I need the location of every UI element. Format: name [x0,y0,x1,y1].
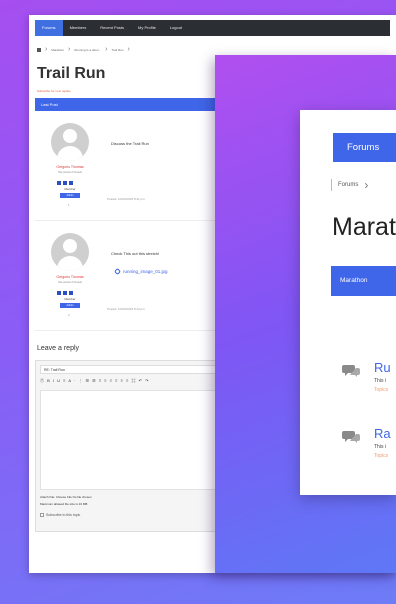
chevron-right-icon: › [45,46,48,53]
chevron-right-icon: › [68,46,71,53]
post-content: Discuss the Trail Run [111,141,149,146]
chevron-right-icon: › [127,46,130,53]
rss-icon [69,181,73,185]
home-icon[interactable] [37,47,41,52]
role-badge: Admin [60,193,80,198]
post-number: 1 [68,203,70,207]
nav-logout[interactable]: Logout [163,20,189,36]
max-file-size-note: Maximum allowed file size is 10 MB [40,502,88,506]
post-date: Posted: 10/03/2018 8:41 pm [107,197,145,201]
nav-members[interactable]: Members [63,20,94,36]
checkbox-icon[interactable] [40,513,44,517]
chevron-right-icon: › [364,178,369,192]
subscribe-checkbox-label: Subscribe to this topic [46,513,81,517]
post-author-meta: Has posted 2 threads [58,281,82,284]
breadcrumb-marathon[interactable]: Marathon [51,48,64,52]
forum-table-header: Marathon [331,266,396,296]
post-author-meta: Has posted 2 threads [58,171,82,174]
breadcrumb-forums[interactable]: Forums [338,182,358,188]
breadcrumb-current: Trail Run [111,47,124,52]
post-number: 2 [68,313,70,317]
message-icon [63,181,67,185]
topic-meta: Topics [374,453,389,459]
avatar [51,123,89,161]
attach-file-field[interactable]: Attach File: Choose File No file chosen [40,495,92,499]
post-author[interactable]: Gregorio Thomas [43,275,97,279]
chevron-right-icon: › [105,46,108,53]
topic-title[interactable]: Ra [374,426,391,441]
author-icons [57,291,73,295]
message-icon [63,291,67,295]
attachment-link[interactable]: running_image_01.jpg [113,267,168,276]
breadcrumb-topic[interactable]: Running is a often... [74,48,101,52]
top-nav: Forums Members Recent Posts My Profile L… [35,20,390,36]
post-content: Check This out this stretch! [111,251,160,256]
post-author[interactable]: Gregorio Thomas [43,165,97,169]
forums-preview-panel: Forums Forums › Marathon Marathon Ru Thi… [215,55,396,573]
breadcrumb: › Marathon › Running is a often... › Tra… [37,46,388,53]
topic-title[interactable]: Ru [374,360,391,375]
forum-title: Marathon [332,213,396,241]
user-icon [57,181,61,185]
subscribe-checkbox[interactable]: Subscribe to this topic [40,513,80,517]
role-badge: Admin [60,303,80,308]
forums-card: Forums Forums › Marathon Marathon Ru Thi… [300,110,396,495]
chat-icon [342,365,360,377]
forums-breadcrumb: Forums › [331,178,368,192]
nav-forums[interactable]: Forums [35,20,63,36]
post-date: Posted: 10/03/2018 8:44 pm [107,307,145,311]
rss-icon [69,291,73,295]
chat-icon [342,431,360,443]
topic-meta: Topics [374,387,389,393]
topic-description: This i [374,444,386,450]
paperclip-icon [113,267,122,276]
nav-recent-posts[interactable]: Recent Posts [93,20,131,36]
post-author-role: Member [64,187,76,191]
post-author-role: Member [64,297,76,301]
author-icons [57,181,73,185]
avatar [51,233,89,271]
nav-my-profile[interactable]: My Profile [131,20,163,36]
user-icon [57,291,61,295]
attachment-filename[interactable]: running_image_01.jpg [123,269,168,274]
topic-description: This i [374,378,386,384]
tab-forums[interactable]: Forums [333,133,396,162]
